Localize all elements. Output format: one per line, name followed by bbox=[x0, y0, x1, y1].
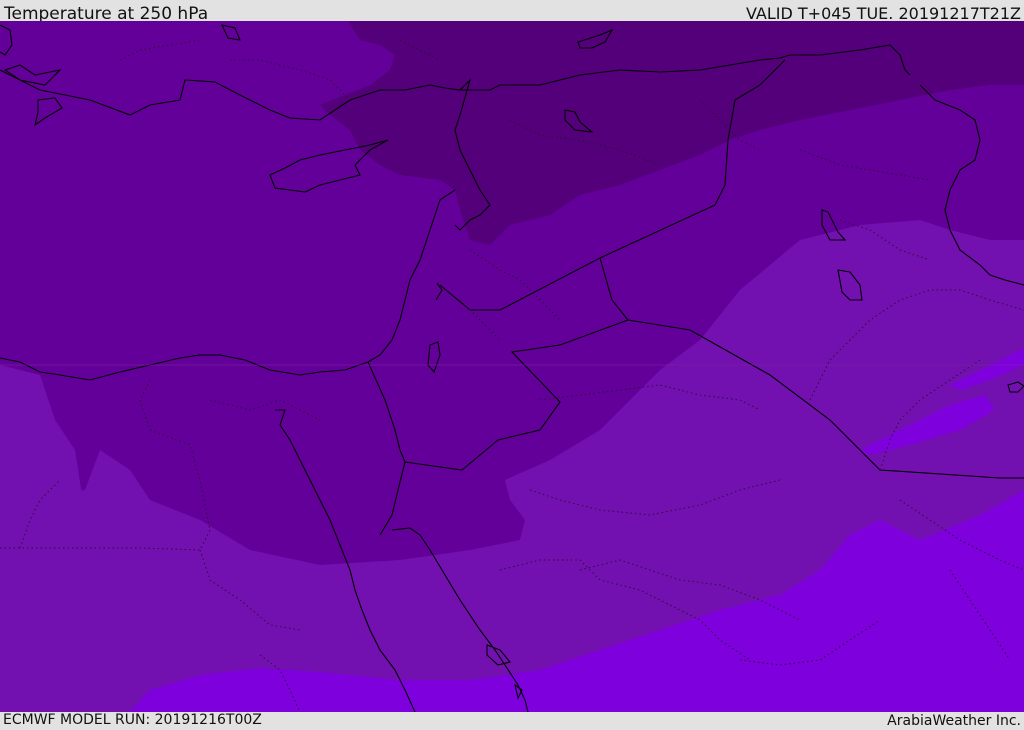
brand-credit: ArabiaWeather Inc. bbox=[887, 713, 1021, 729]
model-run: ECMWF MODEL RUN: 20191216T00Z bbox=[3, 712, 262, 728]
band-coldest-spot bbox=[535, 181, 575, 191]
temperature-map bbox=[0, 21, 1024, 713]
map-canvas bbox=[0, 21, 1024, 713]
footer-bar: ECMWF MODEL RUN: 20191216T00Z ArabiaWeat… bbox=[0, 712, 1024, 729]
header-bar: Temperature at 250 hPa VALID T+045 TUE. … bbox=[0, 0, 1024, 24]
